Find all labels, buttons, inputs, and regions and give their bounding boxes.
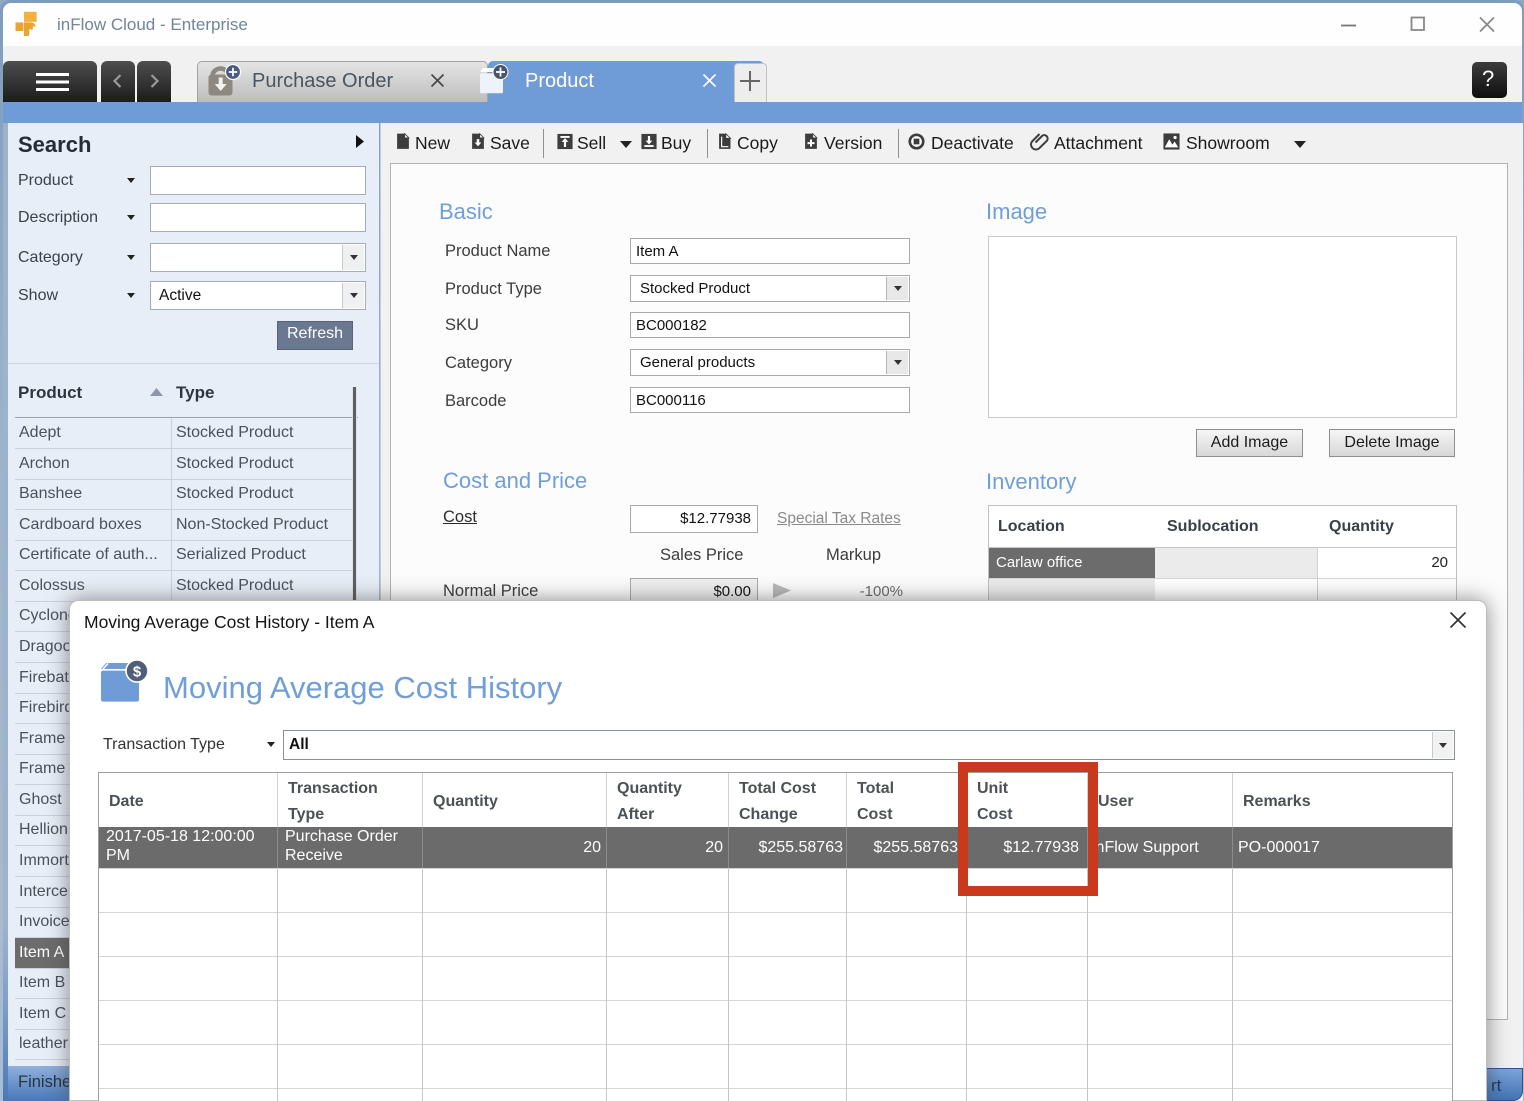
svg-text:$: $ [133,664,142,681]
